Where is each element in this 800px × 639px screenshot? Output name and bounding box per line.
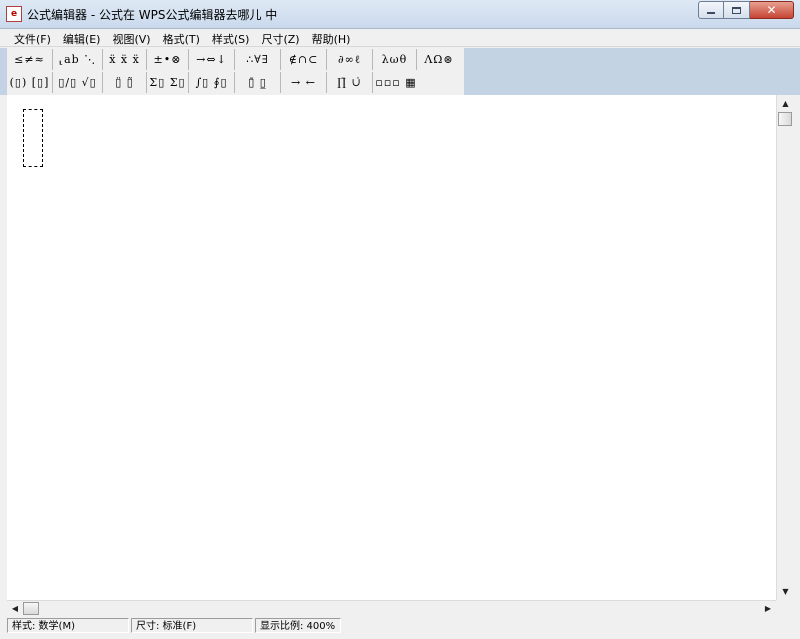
scroll-right-arrow-icon[interactable]: ▶ xyxy=(760,601,776,616)
minimize-icon xyxy=(707,12,715,14)
template-palette-row: (▯) [▯] ▯/▯ √▯ ▯̈ ▯̃ Σ▯ Σ▯ ∫▯ ∮▯ ▯̄ ▯̲ →… xyxy=(7,71,419,94)
status-style: 样式: 数学(M) xyxy=(7,618,129,633)
title-bar[interactable]: e 公式编辑器 - 公式在 WPS公式编辑器去哪儿 中 ✕ xyxy=(0,0,800,29)
integral-templates[interactable]: ∫▯ ∮▯ xyxy=(189,72,235,93)
arrows-palette[interactable]: →⇔↓ xyxy=(189,49,235,70)
scrollbar-corner xyxy=(776,600,793,616)
logic-palette[interactable]: ∴∀∃ xyxy=(235,49,281,70)
vertical-scrollbar[interactable]: ▲ ▼ xyxy=(776,95,793,600)
greek-uppercase-palette[interactable]: ΛΩ⊛ xyxy=(417,49,461,70)
operators-palette[interactable]: ±•⊗ xyxy=(147,49,189,70)
symbol-palette-row: ≤≠≈ ⸤ab ⋱ ẍ ẍ ẍ ±•⊗ →⇔↓ ∴∀∃ ∉∩⊂ ∂∞ℓ λωθ … xyxy=(7,48,461,71)
menu-help[interactable]: 帮助(H) xyxy=(306,29,357,46)
empty-equation-slot[interactable] xyxy=(23,109,43,167)
horizontal-scrollbar[interactable]: ◀ ▶ xyxy=(7,600,776,616)
matrix-templates[interactable]: ▫▫▫ ▦ xyxy=(373,72,419,93)
menu-bar: 文件(F) 编辑(E) 视图(V) 格式(T) 样式(S) 尺寸(Z) 帮助(H… xyxy=(0,29,800,47)
minimize-button[interactable] xyxy=(698,1,724,19)
fractions-radicals-templates[interactable]: ▯/▯ √▯ xyxy=(53,72,103,93)
embellishments-palette[interactable]: ẍ ẍ ẍ xyxy=(103,49,147,70)
close-button[interactable]: ✕ xyxy=(750,1,794,19)
spaces-ellipses-palette[interactable]: ⸤ab ⋱ xyxy=(53,49,103,70)
misc-symbols-palette[interactable]: ∂∞ℓ xyxy=(327,49,373,70)
set-theory-palette[interactable]: ∉∩⊂ xyxy=(281,49,327,70)
status-zoom: 显示比例: 400% xyxy=(255,618,341,633)
menu-edit[interactable]: 编辑(E) xyxy=(57,29,107,46)
menu-size[interactable]: 尺寸(Z) xyxy=(255,29,305,46)
greek-lowercase-palette[interactable]: λωθ xyxy=(373,49,417,70)
status-bar: 样式: 数学(M) 尺寸: 标准(F) 显示比例: 400% xyxy=(7,617,793,634)
summation-templates[interactable]: Σ▯ Σ▯ xyxy=(147,72,189,93)
relations-palette[interactable]: ≤≠≈ xyxy=(7,49,53,70)
maximize-icon xyxy=(732,6,741,14)
scroll-left-arrow-icon[interactable]: ◀ xyxy=(7,601,23,616)
maximize-button[interactable] xyxy=(724,1,750,19)
vertical-scroll-thumb[interactable] xyxy=(778,112,792,126)
window-controls: ✕ xyxy=(698,1,794,21)
labeled-arrows-templates[interactable]: → ← xyxy=(281,72,327,93)
window-title: 公式编辑器 - 公式在 WPS公式编辑器去哪儿 中 xyxy=(27,8,278,22)
scroll-down-arrow-icon[interactable]: ▼ xyxy=(777,583,794,600)
fences-templates[interactable]: (▯) [▯] xyxy=(7,72,53,93)
menu-format[interactable]: 格式(T) xyxy=(157,29,206,46)
bars-templates[interactable]: ▯̄ ▯̲ xyxy=(235,72,281,93)
toolbar-area: ≤≠≈ ⸤ab ⋱ ẍ ẍ ẍ ±•⊗ →⇔↓ ∴∀∃ ∉∩⊂ ∂∞ℓ λωθ … xyxy=(0,48,800,95)
horizontal-scroll-thumb[interactable] xyxy=(23,602,39,615)
scripts-templates[interactable]: ▯̈ ▯̃ xyxy=(103,72,147,93)
menu-style[interactable]: 样式(S) xyxy=(206,29,256,46)
equation-editor-window: e 公式编辑器 - 公式在 WPS公式编辑器去哪儿 中 ✕ 文件(F) 编辑(E… xyxy=(0,0,800,639)
menu-file[interactable]: 文件(F) xyxy=(8,29,57,46)
menu-view[interactable]: 视图(V) xyxy=(106,29,156,46)
scroll-up-arrow-icon[interactable]: ▲ xyxy=(777,95,794,112)
close-icon: ✕ xyxy=(766,3,777,17)
products-templates[interactable]: ∏̄ ∪̇ xyxy=(327,72,373,93)
equation-editing-area[interactable] xyxy=(7,95,776,600)
equation-toolbar: ≤≠≈ ⸤ab ⋱ ẍ ẍ ẍ ±•⊗ →⇔↓ ∴∀∃ ∉∩⊂ ∂∞ℓ λωθ … xyxy=(7,48,464,95)
app-icon[interactable]: e xyxy=(6,6,22,22)
status-size: 尺寸: 标准(F) xyxy=(131,618,253,633)
